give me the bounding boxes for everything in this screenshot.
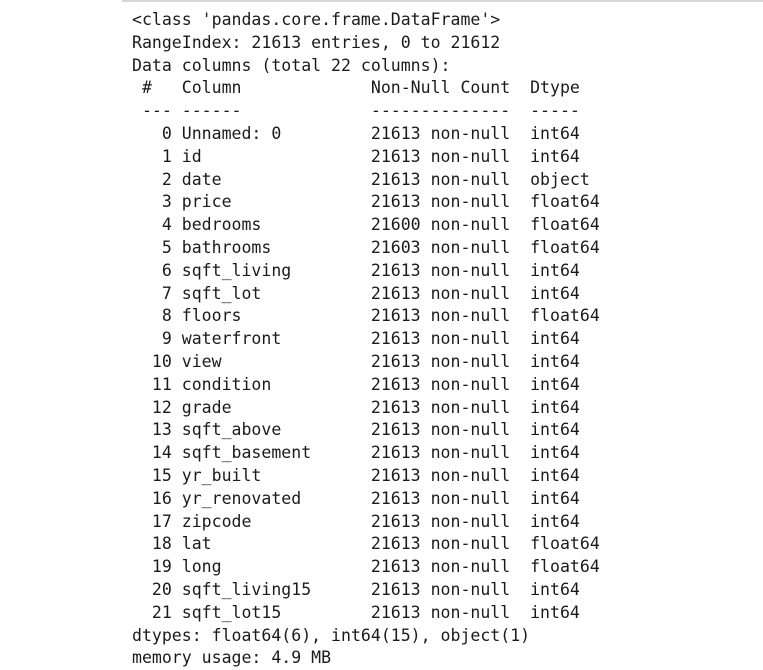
table-row: 3 price 21613 non-null float64 <box>132 192 600 212</box>
table-row: 19 long 21613 non-null float64 <box>132 557 600 577</box>
table-row: 2 date 21613 non-null object <box>132 169 590 189</box>
dataframe-info-output-panel: <class 'pandas.core.frame.DataFrame'> Ran… <box>122 0 763 667</box>
table-row: 5 bathrooms 21603 non-null float64 <box>132 237 600 257</box>
table-row: 18 lat 21613 non-null float64 <box>132 534 600 554</box>
table-row: 12 grade 21613 non-null int64 <box>132 397 580 417</box>
range-index-line: RangeIndex: 21613 entries, 0 to 21612 <box>132 32 501 52</box>
table-row: 14 sqft_basement 21613 non-null int64 <box>132 443 580 463</box>
dataframe-info-text: <class 'pandas.core.frame.DataFrame'> Ran… <box>132 9 600 670</box>
table-header-row: # Column Non-Null Count Dtype <box>132 78 580 98</box>
table-separator-row: --- ------ -------------- ----- <box>132 101 580 121</box>
table-row: 8 floors 21613 non-null float64 <box>132 306 600 326</box>
table-row: 11 condition 21613 non-null int64 <box>132 374 580 394</box>
table-row: 0 Unnamed: 0 21613 non-null int64 <box>132 123 580 143</box>
table-row: 17 zipcode 21613 non-null int64 <box>132 511 580 531</box>
table-row: 7 sqft_lot 21613 non-null int64 <box>132 283 580 303</box>
table-row: 6 sqft_living 21613 non-null int64 <box>132 260 580 280</box>
dtypes-line: dtypes: float64(6), int64(15), object(1) <box>132 625 531 645</box>
class-line: <class 'pandas.core.frame.DataFrame'> <box>132 10 501 29</box>
table-row: 16 yr_renovated 21613 non-null int64 <box>132 488 580 508</box>
table-row: 21 sqft_lot15 21613 non-null int64 <box>132 602 580 622</box>
table-row: 4 bedrooms 21600 non-null float64 <box>132 215 600 235</box>
table-row: 10 view 21613 non-null int64 <box>132 351 580 371</box>
table-row: 1 id 21613 non-null int64 <box>132 146 580 166</box>
table-row: 13 sqft_above 21613 non-null int64 <box>132 420 580 440</box>
table-row: 15 yr_built 21613 non-null int64 <box>132 465 580 485</box>
memory-usage-line: memory usage: 4.9 MB <box>132 648 332 668</box>
data-columns-line: Data columns (total 22 columns): <box>132 55 451 75</box>
table-row: 20 sqft_living15 21613 non-null int64 <box>132 579 580 599</box>
table-row: 9 waterfront 21613 non-null int64 <box>132 329 580 349</box>
